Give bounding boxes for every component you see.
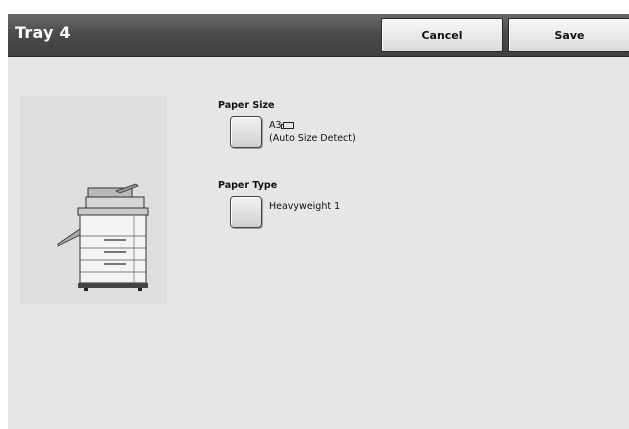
paper-type-value: Heavyweight 1 xyxy=(269,201,341,212)
paper-size-value-block: A3 (Auto Size Detect) xyxy=(269,119,356,145)
printer-illustration-panel xyxy=(20,96,167,304)
save-button[interactable]: Save xyxy=(508,18,629,52)
paper-size-label: Paper Size xyxy=(218,100,275,111)
paper-size-detail: (Auto Size Detect) xyxy=(269,133,356,144)
paper-type-button[interactable] xyxy=(230,196,262,228)
paper-size-button[interactable] xyxy=(230,116,262,148)
title-bar: Tray 4 Cancel Save xyxy=(8,14,629,57)
tray-settings-screen: Tray 4 Cancel Save Paper Size A3 (Auto S… xyxy=(8,14,629,429)
page-title: Tray 4 xyxy=(15,23,71,42)
multifunction-printer-icon xyxy=(57,183,149,291)
cancel-button[interactable]: Cancel xyxy=(381,18,503,52)
paper-size-value-line: A3 xyxy=(269,119,356,132)
paper-landscape-icon xyxy=(280,122,294,129)
paper-type-label: Paper Type xyxy=(218,180,278,191)
